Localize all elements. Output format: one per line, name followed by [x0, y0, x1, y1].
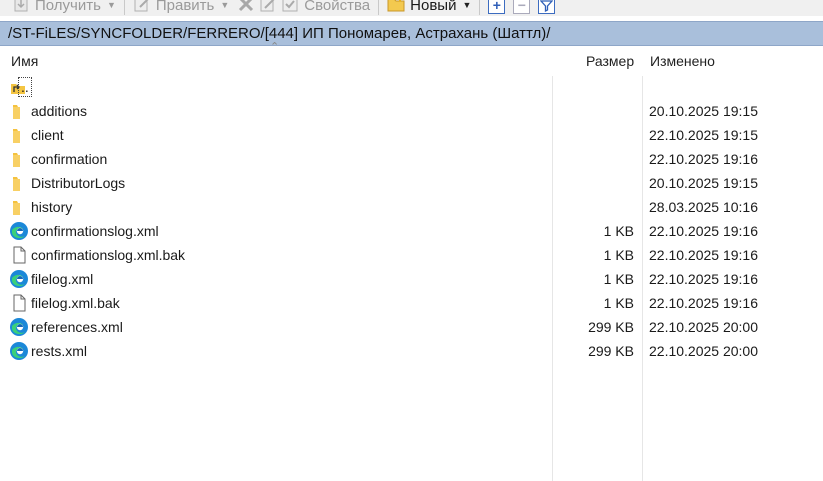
sort-ascending-icon: ⌃	[270, 41, 280, 53]
delete-button[interactable]	[235, 0, 257, 16]
item-name: filelog.xml.bak	[31, 295, 120, 311]
item-name: ..	[18, 75, 32, 99]
path-bar[interactable]: /ST-FiLES/SYNCFOLDER/FERRERO/[444] ИП По…	[0, 21, 823, 46]
folder-icon	[10, 150, 28, 168]
list-item[interactable]: additions 20.10.2025 19:15	[0, 99, 823, 123]
item-size: 1 KB	[603, 295, 634, 311]
edit-button-label: Править	[155, 0, 215, 14]
download-icon	[12, 0, 30, 16]
filter-icon	[538, 0, 556, 14]
toolbar-divider	[479, 0, 481, 15]
list-item[interactable]: filelog.xml.bak 1 KB 22.10.2025 19:16	[0, 291, 823, 315]
get-button-label: Получить	[35, 0, 101, 14]
list-item[interactable]: rests.xml 299 KB 22.10.2025 20:00	[0, 339, 823, 363]
toolbar-divider	[378, 0, 380, 15]
item-name: confirmationslog.xml	[31, 223, 159, 239]
item-modified: 22.10.2025 20:00	[649, 319, 758, 335]
list-item[interactable]: filelog.xml 1 KB 22.10.2025 19:16	[0, 267, 823, 291]
edit-button[interactable]: Править ▼	[131, 0, 231, 16]
item-modified: 22.10.2025 19:16	[649, 223, 758, 239]
item-size: 299 KB	[588, 343, 634, 359]
folder-icon	[10, 102, 28, 120]
new-button-label: Новый	[410, 0, 457, 14]
item-name: confirmationslog.xml.bak	[31, 247, 186, 263]
item-modified: 20.10.2025 19:15	[649, 103, 758, 119]
file-list: ⌃ Имя Размер Изменено .. additions 20.10.2…	[0, 41, 823, 481]
item-modified: 22.10.2025 19:16	[649, 151, 758, 167]
item-modified: 20.10.2025 19:15	[649, 175, 758, 191]
list-item[interactable]: confirmation 22.10.2025 19:16	[0, 147, 823, 171]
properties-icon	[281, 0, 299, 16]
toolbar: Получить ▼ Править ▼ Свойства Новый ▼ + …	[0, 0, 823, 16]
list-header: ⌃ Имя Размер Изменено	[0, 41, 823, 76]
blank-file-icon	[10, 294, 28, 312]
item-name: DistributorLogs	[31, 175, 126, 191]
parent-dir-label: ..	[18, 77, 32, 97]
plus-icon: +	[488, 0, 506, 14]
item-name: rests.xml	[31, 343, 87, 359]
edge-file-icon	[9, 269, 28, 288]
item-name: confirmation	[31, 151, 108, 167]
list-item[interactable]: DistributorLogs 20.10.2025 19:15	[0, 171, 823, 195]
folder-icon	[10, 126, 28, 144]
expand-button[interactable]: +	[486, 0, 507, 16]
new-file-icon	[387, 0, 405, 16]
list-item[interactable]: references.xml 299 KB 22.10.2025 20:00	[0, 315, 823, 339]
get-button[interactable]: Получить ▼	[10, 0, 118, 16]
close-icon	[237, 0, 255, 16]
item-modified: 22.10.2025 19:16	[649, 247, 758, 263]
item-modified: 22.10.2025 20:00	[649, 343, 758, 359]
column-header-modified[interactable]: Изменено	[650, 46, 715, 76]
list-item[interactable]: client 22.10.2025 19:15	[0, 123, 823, 147]
item-size: 1 KB	[603, 247, 634, 263]
minus-icon: −	[513, 0, 531, 14]
item-modified: 28.03.2025 10:16	[649, 199, 758, 215]
rename-icon	[259, 0, 277, 16]
column-header-name[interactable]: Имя	[11, 46, 38, 76]
edge-file-icon	[9, 221, 28, 240]
list-item[interactable]: confirmationslog.xml 1 KB 22.10.2025 19:16	[0, 219, 823, 243]
list-item[interactable]: history 28.03.2025 10:16	[0, 195, 823, 219]
new-button[interactable]: Новый ▼	[385, 0, 473, 16]
list-item[interactable]: ..	[0, 75, 823, 99]
column-header-size[interactable]: Размер	[586, 46, 634, 76]
item-modified: 22.10.2025 19:15	[649, 127, 758, 143]
item-name: client	[31, 127, 64, 143]
item-name: additions	[31, 103, 88, 119]
item-name: references.xml	[31, 319, 123, 335]
item-name: history	[31, 199, 73, 215]
edit-icon	[133, 0, 151, 16]
edge-file-icon	[9, 317, 28, 336]
item-modified: 22.10.2025 19:16	[649, 295, 758, 311]
properties-button[interactable]: Свойства	[279, 0, 372, 16]
list-item[interactable]: confirmationslog.xml.bak 1 KB 22.10.2025 1…	[0, 243, 823, 267]
folder-icon	[10, 198, 28, 216]
item-size: 1 KB	[603, 223, 634, 239]
properties-button-label: Свойства	[304, 0, 371, 14]
folder-icon	[10, 174, 28, 192]
blank-file-icon	[10, 246, 28, 264]
toolbar-divider	[123, 0, 125, 15]
item-name: filelog.xml	[31, 271, 94, 287]
item-modified: 22.10.2025 19:16	[649, 271, 758, 287]
chevron-down-icon[interactable]: ▼	[107, 0, 116, 10]
item-size: 299 KB	[588, 319, 634, 335]
item-size: 1 KB	[603, 271, 634, 287]
chevron-down-icon[interactable]: ▼	[220, 0, 229, 10]
filter-button[interactable]	[536, 0, 557, 16]
collapse-button[interactable]: −	[511, 0, 532, 16]
rename-button[interactable]	[257, 0, 279, 16]
edge-file-icon	[9, 341, 28, 360]
chevron-down-icon[interactable]: ▼	[462, 0, 471, 10]
